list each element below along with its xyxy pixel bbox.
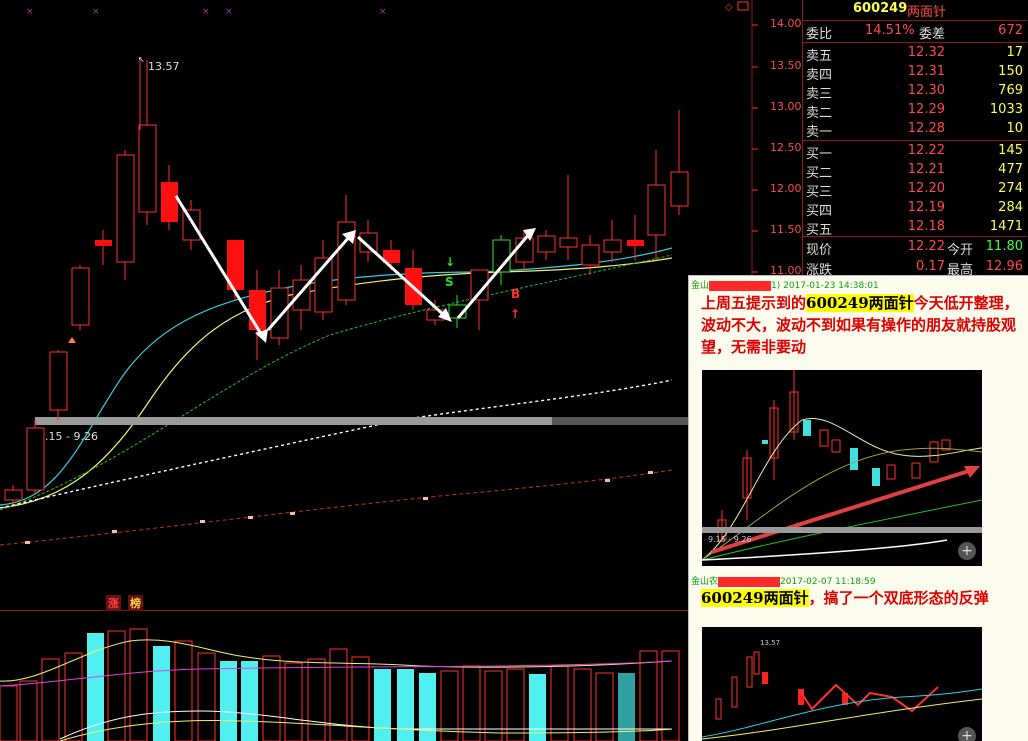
volume-bar	[307, 658, 326, 741]
volume-bar	[41, 658, 60, 741]
volume-bar	[661, 650, 680, 741]
volume-bar	[0, 685, 18, 741]
svg-text:↓: ↓	[445, 255, 455, 269]
volume-bar	[107, 630, 126, 741]
volume-bar	[550, 665, 569, 741]
candle	[71, 265, 90, 330]
volume-bar	[573, 668, 592, 741]
price-tick: 12.00	[770, 182, 802, 195]
comment-thumbnail[interactable]: 9.15 - 9.26 +	[702, 370, 982, 566]
volume-bar	[506, 668, 525, 741]
comment-text: 上周五提示到的600249两面针今天低开整理，波动不大，波动不到如果有操作的朋友…	[701, 294, 1019, 356]
volume-bar	[262, 655, 281, 741]
volume-bar	[374, 669, 391, 741]
signal-buy: B	[511, 287, 520, 301]
candlestick-chart[interactable]: × × × × × ◇ 9.15 - 9.26 ↖ 13.57 ↓ S B ↑	[0, 0, 800, 610]
volume-bar	[529, 674, 546, 741]
volume-bar	[220, 661, 237, 741]
volume-bar	[153, 646, 170, 741]
comment-panel: 金山 1) 2017-01-23 14:38:01 上周五提示到的600249两面…	[688, 275, 1028, 741]
volume-bar	[19, 680, 38, 741]
volume-bar	[174, 640, 193, 741]
ask-row: 卖五 12.32 17	[806, 45, 1023, 64]
svg-text:◇: ◇	[725, 2, 733, 13]
ask-row: 卖二 12.29 1033	[806, 102, 1023, 121]
rise-tag[interactable]: 涨	[106, 595, 121, 611]
ask-row: 卖三 12.30 769	[806, 83, 1023, 102]
zoom-icon[interactable]: +	[958, 542, 976, 560]
bid-row: 买二 12.21 477	[806, 162, 1023, 181]
stock-code: 600249	[853, 1, 908, 16]
bid-row: 买三 12.20 274	[806, 181, 1023, 200]
volume-bar	[197, 652, 216, 741]
volume-panel[interactable]	[0, 610, 690, 741]
redacted-name	[709, 280, 772, 291]
current-price-row: 现价 12.22 今开 11.80	[806, 239, 1023, 258]
svg-text:×: ×	[26, 7, 34, 17]
candle	[26, 420, 45, 495]
svg-text:×: ×	[225, 7, 233, 17]
quote-header: 600249 两面针	[803, 0, 1027, 20]
volume-bar	[397, 669, 414, 741]
volume-bar	[241, 661, 258, 741]
price-tick: 13.50	[770, 59, 802, 72]
weibi-row: 委比 14.51% 委差 672	[806, 23, 1023, 42]
volume-bar	[595, 672, 614, 741]
svg-text:×: ×	[92, 7, 100, 17]
quote-panel: 600249 两面针 委比 14.51% 委差 672 卖五 12.32 17 卖四 1…	[802, 0, 1028, 278]
price-tick: 11.50	[770, 223, 802, 236]
volume-bar	[484, 670, 503, 741]
bid-row: 买四 12.19 284	[806, 200, 1023, 219]
svg-text:↖: ↖	[138, 55, 145, 64]
comment-text: 600249两面针，搞了一个双底形态的反弹	[701, 589, 989, 607]
ask-row: 卖四 12.31 150	[806, 64, 1023, 83]
volume-bar	[462, 665, 481, 741]
zoom-icon[interactable]: +	[958, 727, 976, 741]
range-label: 9.15 - 9.26	[38, 430, 98, 443]
signal-sell: S	[445, 275, 454, 289]
volume-bar	[351, 656, 370, 741]
volume-bar	[440, 670, 459, 741]
price-tick: 14.00	[770, 17, 802, 30]
redacted-name	[718, 576, 781, 587]
thumb-range-label: 9.15 - 9.26	[708, 535, 752, 544]
bid-row: 买五 12.18 1471	[806, 219, 1023, 238]
comment-thumbnail[interactable]: 13.57 +	[702, 627, 982, 741]
price-tick: 13.00	[770, 100, 802, 113]
volume-bar	[64, 652, 83, 741]
bid-row: 买一 12.22 145	[806, 143, 1023, 162]
svg-text:↑: ↑	[510, 307, 520, 321]
high-marker: 13.57	[148, 60, 180, 73]
candle	[49, 350, 68, 420]
price-tick: 12.50	[770, 141, 802, 154]
stock-name: 两面针	[907, 5, 947, 20]
volume-bar	[639, 650, 658, 741]
ask-row: 卖一 12.28 10	[806, 121, 1023, 140]
svg-text:×: ×	[202, 7, 210, 17]
comment-meta: 金山 1) 2017-01-23 14:38:01	[691, 280, 879, 291]
volume-bar	[284, 662, 303, 741]
thumb-high-label: 13.57	[760, 639, 780, 647]
svg-text:×: ×	[379, 7, 387, 17]
rank-tag[interactable]: 榜	[128, 595, 143, 611]
comment-meta: 金山农 2017-02-07 11:18:59	[691, 576, 876, 587]
candle	[116, 150, 135, 280]
